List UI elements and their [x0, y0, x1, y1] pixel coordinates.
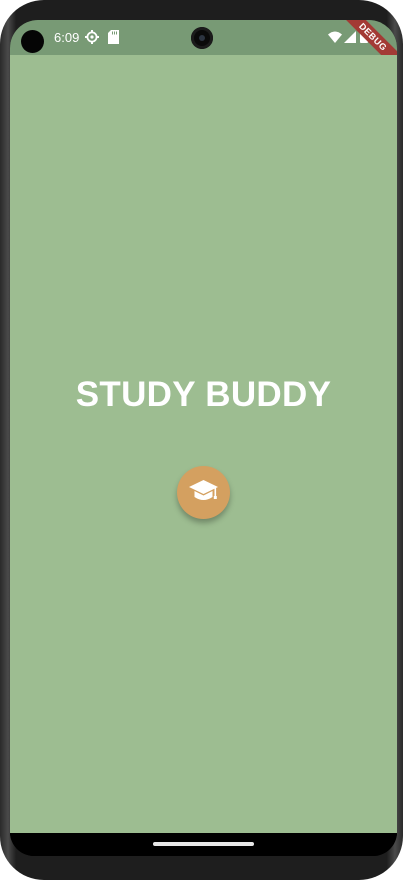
device-frame: 6:09 DEBUG STUDY BUDDY [0, 0, 403, 880]
wifi-icon [328, 31, 342, 43]
splash-screen: STUDY BUDDY [10, 55, 397, 833]
navigation-bar [10, 833, 397, 856]
device-screen: 6:09 DEBUG STUDY BUDDY [10, 20, 397, 856]
app-title: STUDY BUDDY [75, 375, 332, 414]
app-logo-badge [177, 466, 230, 519]
front-camera [191, 27, 213, 49]
settings-gear-icon [85, 30, 99, 44]
home-indicator[interactable] [153, 842, 254, 846]
sd-card-icon [108, 30, 119, 44]
front-sensor [21, 30, 44, 53]
status-time: 6:09 [54, 30, 80, 45]
cell-signal-icon [344, 31, 356, 43]
graduation-cap-icon [189, 480, 218, 500]
status-bar: 6:09 DEBUG [10, 20, 397, 78]
